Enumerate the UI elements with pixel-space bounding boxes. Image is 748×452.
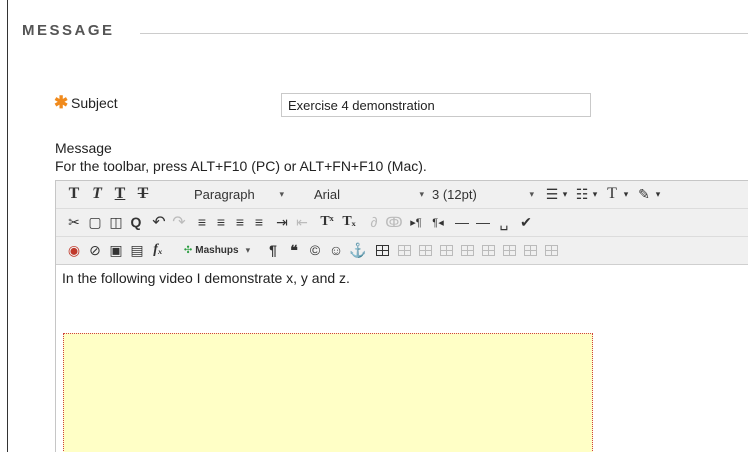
mashups-label: Mashups xyxy=(195,244,239,256)
toolbar-row-1: T T T T Paragraph ▾ Arial ▾ 3 (12pt) ▾ ☰… xyxy=(56,181,748,208)
paste-icon[interactable]: ◫ xyxy=(108,212,124,232)
undo-icon[interactable]: ↶ xyxy=(151,212,167,232)
mashups-icon: ✣ xyxy=(183,244,193,256)
italic-button[interactable]: T xyxy=(89,184,105,204)
ltr-icon[interactable]: ▸¶ xyxy=(408,212,424,232)
toolbar-row-2: ✂ ▢ ◫ Q ↶ ↷ ≡ ≡ ≡ ≡ ⇥ ⇤ Tˣ Tₓ ∂ ↂ ▸¶ ¶◂ … xyxy=(56,208,748,236)
redo-icon[interactable]: ↷ xyxy=(171,212,187,232)
chevron-down-icon[interactable]: ▾ xyxy=(654,184,662,204)
numbered-list-icon[interactable]: ☷ xyxy=(574,184,590,204)
align-left-icon[interactable]: ≡ xyxy=(194,212,210,232)
chevron-down-icon: ▾ xyxy=(529,188,534,199)
emoticon-icon[interactable]: ☺ xyxy=(328,240,344,260)
copyright-icon[interactable]: © xyxy=(307,240,323,260)
table-col-after-icon[interactable] xyxy=(522,240,538,260)
image-icon[interactable]: ▣ xyxy=(108,240,124,260)
copy-icon[interactable]: ▢ xyxy=(87,212,103,232)
editor-toolbar: T T T T Paragraph ▾ Arial ▾ 3 (12pt) ▾ ☰… xyxy=(56,181,748,265)
anchor-icon[interactable]: ⚓ xyxy=(349,240,366,260)
superscript-icon[interactable]: Tˣ xyxy=(318,212,336,232)
chevron-down-icon: ▾ xyxy=(279,188,284,199)
mashups-dropdown[interactable]: ✣ Mashups ▾ xyxy=(174,240,260,260)
underline-button[interactable]: T xyxy=(112,184,128,204)
align-justify-icon[interactable]: ≡ xyxy=(251,212,267,232)
table-row-before-icon[interactable] xyxy=(438,240,454,260)
table-row-after-icon[interactable] xyxy=(459,240,475,260)
math-icon[interactable]: fₓ xyxy=(150,240,166,260)
horizontal-rule-icon[interactable]: — xyxy=(454,212,470,232)
link-icon[interactable]: ∂ xyxy=(366,212,382,232)
nonbreaking-space-icon[interactable]: ␣ xyxy=(496,212,512,232)
paragraph-mark-icon[interactable]: ¶ xyxy=(265,240,281,260)
message-editor[interactable]: T T T T Paragraph ▾ Arial ▾ 3 (12pt) ▾ ☰… xyxy=(55,180,748,452)
rtl-icon[interactable]: ¶◂ xyxy=(430,212,446,232)
subscript-icon[interactable]: Tₓ xyxy=(340,212,358,232)
chevron-down-icon[interactable]: ▾ xyxy=(622,184,630,204)
strikethrough-button[interactable]: T xyxy=(135,184,151,204)
find-icon[interactable]: Q xyxy=(128,212,144,232)
table-col-before-icon[interactable] xyxy=(501,240,517,260)
video-placeholder[interactable] xyxy=(63,333,593,452)
frame-left-edge xyxy=(7,0,8,452)
font-family-dropdown[interactable]: Arial ▾ xyxy=(314,185,424,203)
toolbar-hint: For the toolbar, press ALT+F10 (PC) or A… xyxy=(55,158,427,174)
font-size-dropdown[interactable]: 3 (12pt) ▾ xyxy=(432,185,534,203)
chevron-down-icon[interactable]: ▾ xyxy=(591,184,599,204)
blockquote-icon[interactable]: ❝ xyxy=(286,240,302,260)
outdent-icon[interactable]: ⇤ xyxy=(294,212,310,232)
table-cell-icon[interactable] xyxy=(417,240,433,260)
editor-content[interactable]: In the following video I demonstrate x, … xyxy=(56,265,748,291)
section-divider xyxy=(140,33,748,34)
cut-icon[interactable]: ✂ xyxy=(66,212,82,232)
record-icon[interactable]: ◉ xyxy=(66,240,82,260)
paragraph-format-dropdown[interactable]: Paragraph ▾ xyxy=(194,185,284,203)
table-icon[interactable] xyxy=(374,240,390,260)
text-color-icon[interactable]: T xyxy=(604,184,620,204)
align-center-icon[interactable]: ≡ xyxy=(213,212,229,232)
indent-icon[interactable]: ⇥ xyxy=(274,212,290,232)
font-family-value: Arial xyxy=(314,186,341,202)
attach-icon[interactable]: ⊘ xyxy=(87,240,103,260)
paragraph-format-value: Paragraph xyxy=(194,186,255,202)
unlink-icon[interactable]: ↂ xyxy=(385,212,402,232)
align-right-icon[interactable]: ≡ xyxy=(232,212,248,232)
toolbar-row-3: ◉ ⊘ ▣ ▤ fₓ ✣ Mashups ▾ ¶ ❝ © ☺ ⚓ xyxy=(56,236,748,264)
subject-label: Subject xyxy=(71,95,118,111)
em-dash-icon[interactable]: — xyxy=(475,212,491,232)
bold-button[interactable]: T xyxy=(66,184,82,204)
media-icon[interactable]: ▤ xyxy=(129,240,145,260)
highlight-icon[interactable]: ✎ xyxy=(636,184,652,204)
chevron-down-icon: ▾ xyxy=(245,244,251,255)
spellcheck-icon[interactable]: ✔ xyxy=(518,212,534,232)
chevron-down-icon[interactable]: ▾ xyxy=(561,184,569,204)
chevron-down-icon: ▾ xyxy=(419,188,424,199)
message-label: Message xyxy=(55,140,112,156)
bullet-list-icon[interactable]: ☰ xyxy=(544,184,560,204)
section-title: MESSAGE xyxy=(22,22,115,39)
table-delete-row-icon[interactable] xyxy=(480,240,496,260)
required-icon: ✱ xyxy=(54,93,69,112)
font-size-value: 3 (12pt) xyxy=(432,186,477,202)
table-delete-col-icon[interactable] xyxy=(543,240,559,260)
subject-input[interactable] xyxy=(281,93,591,117)
table-props-icon[interactable] xyxy=(396,240,412,260)
